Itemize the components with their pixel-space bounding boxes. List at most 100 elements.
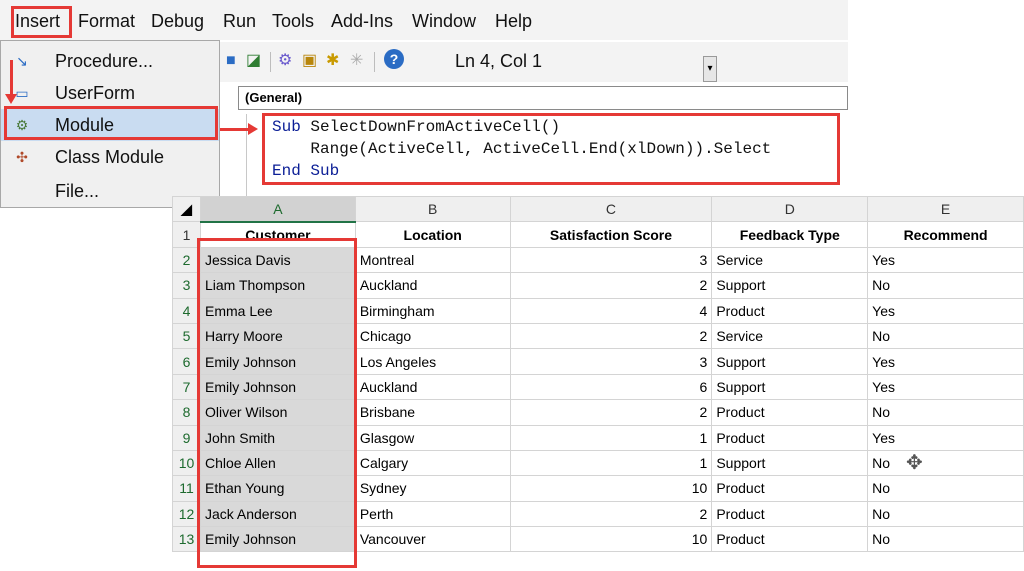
cell-satisfaction-score[interactable]: 10 (509, 475, 713, 502)
cell-feedback-type[interactable]: Support (711, 449, 869, 477)
menu-help[interactable]: Help (495, 8, 532, 34)
cell-feedback-type[interactable]: Support (711, 348, 869, 375)
cell-location[interactable]: Auckland (354, 272, 511, 299)
cell-recommend[interactable]: Yes (867, 373, 1024, 401)
select-all-corner[interactable]: ◢ (172, 195, 201, 223)
row-header[interactable]: 11 (172, 475, 201, 502)
menu-item-class-module[interactable]: ✣ Class Module (1, 141, 219, 173)
cell-customer[interactable]: Emily Johnson (199, 373, 356, 401)
menu-add-ins[interactable]: Add-Ins (331, 8, 393, 34)
cell-recommend[interactable]: No (867, 399, 1024, 426)
cell-customer[interactable]: Emily Johnson (199, 348, 356, 375)
toolbox-icon[interactable]: ✱ (326, 50, 339, 72)
properties-icon[interactable]: ⚙ (278, 50, 292, 72)
menu-item-userform[interactable]: ▭ UserForm (1, 77, 219, 109)
menu-format[interactable]: Format (78, 8, 135, 34)
cell-recommend[interactable]: Yes (867, 246, 1024, 274)
cell-feedback-type[interactable]: Service (711, 322, 869, 350)
cell-location[interactable]: Los Angeles (354, 348, 511, 375)
cell-satisfaction-score[interactable]: 1 (509, 449, 713, 477)
cell-location[interactable]: Glasgow (354, 424, 511, 451)
cell-feedback-type[interactable]: Product (711, 424, 869, 451)
code-line-3[interactable]: End Sub (272, 160, 339, 182)
row-header[interactable]: 9 (172, 424, 201, 451)
cell-satisfaction-score[interactable]: 4 (509, 297, 713, 324)
row-header[interactable]: 8 (172, 399, 201, 426)
cell-feedback-type[interactable]: Product (711, 526, 869, 553)
cell-recommend[interactable]: No (867, 526, 1024, 553)
row-header[interactable]: 2 (172, 246, 201, 274)
cell-location[interactable]: Perth (354, 500, 511, 528)
column-header-a[interactable]: A (199, 195, 356, 223)
object-browser-icon[interactable]: ▣ (302, 50, 317, 72)
cell-feedback-type[interactable]: Product (711, 500, 869, 528)
cell-satisfaction-score[interactable]: 1 (509, 424, 713, 451)
header-cell-customer[interactable]: Customer (199, 221, 356, 248)
cell-customer[interactable]: Oliver Wilson (199, 399, 356, 426)
cell-customer[interactable]: Harry Moore (199, 322, 356, 350)
cell-location[interactable]: Vancouver (354, 526, 511, 553)
row-header[interactable]: 6 (172, 348, 201, 375)
cell-location[interactable]: Chicago (354, 322, 511, 350)
cell-feedback-type[interactable]: Support (711, 272, 869, 299)
row-header[interactable]: 5 (172, 322, 201, 350)
column-header-c[interactable]: C (509, 195, 713, 223)
cell-location[interactable]: Montreal (354, 246, 511, 274)
code-line-2[interactable]: Range(ActiveCell, ActiveCell.End(xlDown)… (272, 138, 771, 160)
cell-customer[interactable]: John Smith (199, 424, 356, 451)
cell-recommend[interactable]: Yes (867, 424, 1024, 451)
cell-customer[interactable]: Chloe Allen (199, 449, 356, 477)
cell-location[interactable]: Sydney (354, 475, 511, 502)
row-header[interactable]: 1 (172, 221, 201, 248)
menu-insert[interactable]: Insert (15, 8, 60, 34)
column-header-d[interactable]: D (711, 195, 869, 223)
cell-location[interactable]: Birmingham (354, 297, 511, 324)
cell-satisfaction-score[interactable]: 10 (509, 526, 713, 553)
cell-customer[interactable]: Liam Thompson (199, 272, 356, 299)
cell-feedback-type[interactable]: Service (711, 246, 869, 274)
cell-recommend[interactable]: No (867, 449, 1024, 477)
cell-satisfaction-score[interactable]: 6 (509, 373, 713, 401)
cell-satisfaction-score[interactable]: 2 (509, 399, 713, 426)
cell-recommend[interactable]: Yes (867, 348, 1024, 375)
cell-feedback-type[interactable]: Support (711, 373, 869, 401)
toolbar-overflow-button[interactable]: ▾ (703, 56, 717, 82)
cell-recommend[interactable]: No (867, 322, 1024, 350)
cell-satisfaction-score[interactable]: 2 (509, 500, 713, 528)
menu-item-procedure[interactable]: ↘ Procedure... (1, 45, 219, 77)
menu-debug[interactable]: Debug (151, 8, 204, 34)
cell-satisfaction-score[interactable]: 3 (509, 246, 713, 274)
column-header-e[interactable]: E (867, 195, 1024, 223)
row-header[interactable]: 13 (172, 526, 201, 553)
column-header-b[interactable]: B (354, 195, 511, 223)
design-mode-icon[interactable]: ■ (226, 50, 236, 72)
row-header[interactable]: 7 (172, 373, 201, 401)
header-cell-location[interactable]: Location (354, 221, 511, 248)
cell-feedback-type[interactable]: Product (711, 399, 869, 426)
cell-satisfaction-score[interactable]: 2 (509, 322, 713, 350)
cell-recommend[interactable]: Yes (867, 297, 1024, 324)
code-line-1[interactable]: Sub SelectDownFromActiveCell() (272, 116, 560, 138)
menu-tools[interactable]: Tools (272, 8, 314, 34)
header-cell-satisfaction-score[interactable]: Satisfaction Score (509, 221, 713, 248)
cell-location[interactable]: Brisbane (354, 399, 511, 426)
cell-feedback-type[interactable]: Product (711, 475, 869, 502)
cell-satisfaction-score[interactable]: 3 (509, 348, 713, 375)
cell-location[interactable]: Calgary (354, 449, 511, 477)
row-header[interactable]: 12 (172, 500, 201, 528)
cell-feedback-type[interactable]: Product (711, 297, 869, 324)
header-cell-feedback-type[interactable]: Feedback Type (711, 221, 869, 248)
cell-location[interactable]: Auckland (354, 373, 511, 401)
project-explorer-icon[interactable]: ◪ (246, 50, 261, 72)
cell-recommend[interactable]: No (867, 475, 1024, 502)
menu-window[interactable]: Window (412, 8, 476, 34)
object-dropdown[interactable]: (General) (238, 86, 848, 110)
cell-customer[interactable]: Ethan Young (199, 475, 356, 502)
cell-customer[interactable]: Jack Anderson (199, 500, 356, 528)
row-header[interactable]: 4 (172, 297, 201, 324)
menu-item-module[interactable]: ⚙ Module (1, 109, 219, 141)
cell-customer[interactable]: Emma Lee (199, 297, 356, 324)
row-header[interactable]: 10 (172, 449, 201, 477)
cell-recommend[interactable]: No (867, 272, 1024, 299)
cell-customer[interactable]: Jessica Davis (199, 246, 356, 274)
